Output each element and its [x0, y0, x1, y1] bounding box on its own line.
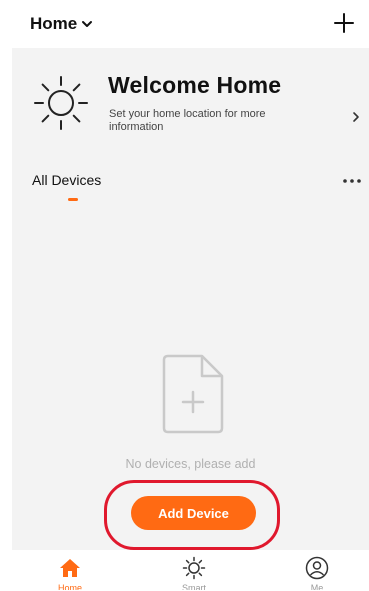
nav-home[interactable]: Home — [30, 550, 110, 591]
empty-document-icon — [162, 354, 224, 434]
sun-icon — [182, 556, 206, 580]
chevron-down-icon — [82, 21, 93, 27]
device-tabs: All Devices — [12, 168, 369, 204]
home-icon — [60, 559, 80, 577]
nav-smart-label: Smart — [181, 584, 206, 590]
main-content: Welcome Home Set your home location for … — [12, 48, 369, 550]
nav-me-label: Me — [310, 584, 324, 590]
chevron-right-icon[interactable] — [351, 110, 361, 124]
home-selector[interactable]: Home — [30, 14, 93, 34]
empty-state-text: No devices, please add — [125, 457, 256, 471]
active-tab-indicator — [68, 198, 78, 201]
nav-smart[interactable]: Smart — [154, 550, 234, 591]
tab-all-devices[interactable]: All Devices — [32, 172, 101, 188]
plus-icon[interactable] — [333, 12, 355, 34]
welcome-card[interactable]: Welcome Home Set your home location for … — [12, 48, 369, 158]
nav-me[interactable]: Me — [277, 550, 357, 591]
bottom-nav: Home Smart Me — [0, 550, 369, 591]
home-title: Home — [30, 14, 78, 33]
user-icon — [305, 556, 329, 580]
welcome-subtitle: Set your home location for more informat… — [109, 108, 266, 133]
sun-icon — [34, 76, 88, 130]
add-device-button[interactable]: Add Device — [131, 496, 256, 530]
nav-home-label: Home — [57, 584, 82, 590]
welcome-title: Welcome Home — [108, 72, 282, 98]
more-icon[interactable] — [341, 174, 363, 188]
top-bar: Home — [0, 0, 369, 48]
